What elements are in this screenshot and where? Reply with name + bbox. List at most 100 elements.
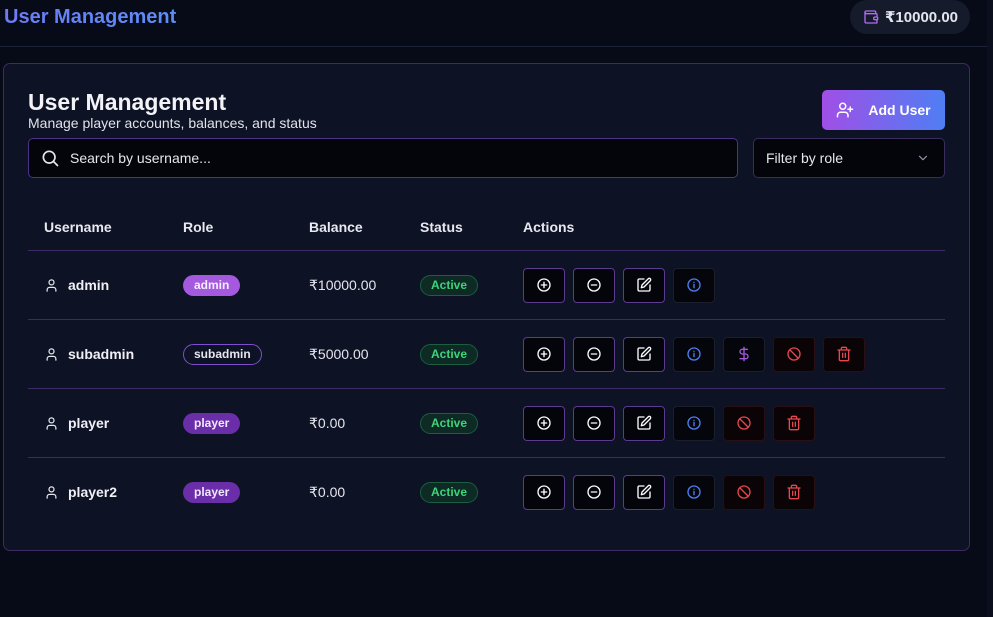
deduct-balance-button[interactable] [573,336,615,372]
users-table: Username Role Balance Status Actions adm… [28,194,945,527]
ban-icon [737,416,751,430]
status-badge: Active [420,343,479,365]
balance-cell: ₹5000.00 [309,345,369,362]
info-icon [687,347,701,361]
add-user-label: Add User [868,102,931,118]
card-subtitle: Manage player accounts, balances, and st… [28,115,317,131]
chevron-down-icon [918,155,928,161]
info-button[interactable] [673,267,715,303]
edit-icon [637,346,652,361]
actions-cell [523,251,715,319]
role-filter-label: Filter by role [766,150,844,166]
add-balance-button[interactable] [523,405,565,441]
role-cell: admin [183,251,241,319]
username: admin [68,277,110,293]
search-icon [42,150,59,167]
add-balance-button[interactable] [523,267,565,303]
actions-cell [523,320,865,388]
username: player [68,415,110,431]
ban-icon [737,485,751,499]
table-header: Username Role Balance Status Actions [28,194,945,251]
minus-circle-icon [587,416,601,430]
info-button[interactable] [673,474,715,510]
user-management-card: User Management Manage player accounts, … [3,63,970,551]
transactions-button[interactable] [723,336,765,372]
add-user-button[interactable]: Add User [822,90,945,130]
minus-circle-icon [587,485,601,499]
dollar-icon [739,346,749,362]
trash-icon [787,415,801,431]
edit-icon [637,277,652,292]
username: player2 [68,484,118,500]
role-badge: admin [183,274,241,296]
status-badge: Active [420,274,479,296]
user-plus-icon [837,102,854,118]
role-cell: subadmin [183,320,262,388]
search-box [28,138,738,178]
deduct-balance-button[interactable] [573,267,615,303]
delete-button[interactable] [773,474,815,510]
search-input[interactable] [70,150,710,166]
info-button[interactable] [673,405,715,441]
deduct-balance-button[interactable] [573,474,615,510]
top-bar: User Management ₹10000.00 [0,0,993,47]
table-row: player2 player ₹0.00 Active [28,458,945,527]
delete-button[interactable] [823,336,865,372]
info-icon [687,416,701,430]
status-cell: Active [420,320,479,388]
block-button[interactable] [723,405,765,441]
trash-icon [787,484,801,500]
balance-cell: ₹10000.00 [309,276,377,293]
block-button[interactable] [773,336,815,372]
user-icon [46,416,57,430]
add-balance-button[interactable] [523,336,565,372]
username-cell: player2 [44,458,117,526]
username-cell: admin [44,251,109,319]
balance-cell: ₹0.00 [309,483,346,500]
column-header-username: Username [44,219,112,235]
info-button[interactable] [673,336,715,372]
add-balance-button[interactable] [523,474,565,510]
column-header-role: Role [183,219,214,235]
role-filter-select[interactable]: Filter by role [753,138,945,178]
card-title: User Management [28,89,227,115]
app-title: User Management [4,6,177,28]
actions-cell [523,458,815,526]
wallet-balance-badge[interactable]: ₹10000.00 [850,0,970,34]
deduct-balance-button[interactable] [573,405,615,441]
role-badge: player [183,412,241,434]
username-cell: subadmin [44,320,134,388]
status-cell: Active [420,251,479,319]
delete-button[interactable] [773,405,815,441]
column-header-actions: Actions [523,219,575,235]
edit-button[interactable] [623,336,665,372]
plus-circle-icon [537,347,551,361]
plus-circle-icon [537,416,551,430]
edit-icon [637,484,652,499]
plus-circle-icon [537,485,551,499]
edit-icon [637,415,652,430]
status-badge: Active [420,481,479,503]
balance-cell: ₹0.00 [309,414,346,431]
edit-button[interactable] [623,267,665,303]
role-cell: player [183,458,241,526]
role-badge: player [183,481,241,503]
username-cell: player [44,389,109,457]
block-button[interactable] [723,474,765,510]
info-icon [687,485,701,499]
role-cell: player [183,389,241,457]
minus-circle-icon [587,347,601,361]
table-body: admin admin ₹10000.00 Active subadmin subadmi… [28,251,945,527]
table-row: player player ₹0.00 Active [28,389,945,458]
edit-button[interactable] [623,474,665,510]
status-cell: Active [420,458,479,526]
role-badge: subadmin [183,343,262,365]
user-icon [46,485,57,499]
status-cell: Active [420,389,479,457]
status-badge: Active [420,412,479,434]
table-row: admin admin ₹10000.00 Active [28,251,945,320]
actions-cell [523,389,815,457]
table-row: subadmin subadmin ₹5000.00 Active [28,320,945,389]
edit-button[interactable] [623,405,665,441]
scrollbar-track[interactable] [987,0,993,617]
